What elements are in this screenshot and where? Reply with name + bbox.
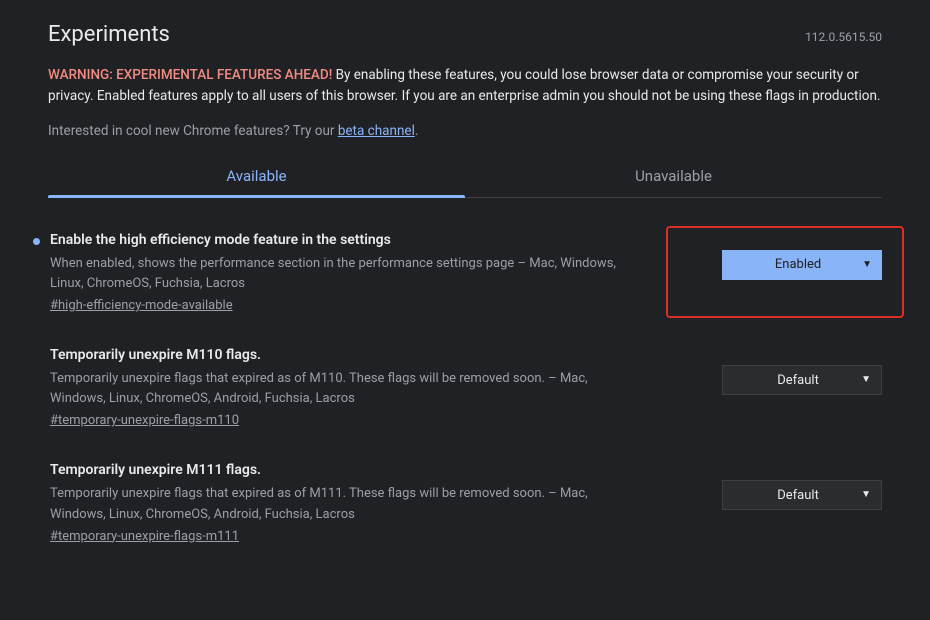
flag-description: Temporarily unexpire flags that expired … xyxy=(50,484,642,524)
interest-suffix: . xyxy=(415,123,419,139)
flag-select[interactable]: Default ▼ xyxy=(722,365,882,395)
flag-title: Temporarily unexpire M110 flags. xyxy=(50,347,642,363)
page-title: Experiments xyxy=(48,22,170,47)
flag-title-text: Temporarily unexpire M110 flags. xyxy=(50,347,261,363)
flag-title-text: Temporarily unexpire M111 flags. xyxy=(50,462,261,478)
flag-select-value: Default xyxy=(735,373,861,388)
modified-dot-icon xyxy=(33,238,40,245)
warning-lead: WARNING: EXPERIMENTAL FEATURES AHEAD! xyxy=(48,67,332,83)
beta-channel-link[interactable]: beta channel xyxy=(338,123,415,139)
interest-line: Interested in cool new Chrome features? … xyxy=(48,123,882,139)
flag-hash-link[interactable]: #temporary-unexpire-flags-m111 xyxy=(50,529,239,544)
chevron-down-icon: ▼ xyxy=(861,490,871,500)
flag-title: Enable the high efficiency mode feature … xyxy=(50,232,642,248)
flag-description: Temporarily unexpire flags that expired … xyxy=(50,369,642,409)
flag-row: Temporarily unexpire M111 flags. Tempora… xyxy=(48,462,882,543)
flag-hash-link[interactable]: #temporary-unexpire-flags-m110 xyxy=(50,413,239,428)
tab-available[interactable]: Available xyxy=(48,157,465,197)
flag-title: Temporarily unexpire M111 flags. xyxy=(50,462,642,478)
flag-select-value: Default xyxy=(735,488,861,503)
flag-row: Temporarily unexpire M110 flags. Tempora… xyxy=(48,347,882,428)
flag-title-text: Enable the high efficiency mode feature … xyxy=(50,232,391,248)
version-label: 112.0.5615.50 xyxy=(805,30,882,44)
tab-unavailable[interactable]: Unavailable xyxy=(465,157,882,197)
interest-prefix: Interested in cool new Chrome features? … xyxy=(48,123,338,139)
flag-select[interactable]: Enabled ▼ xyxy=(722,250,882,280)
flag-select-value: Enabled xyxy=(734,257,862,272)
chevron-down-icon: ▼ xyxy=(862,260,872,270)
flag-description: When enabled, shows the performance sect… xyxy=(50,254,642,294)
warning-block: WARNING: EXPERIMENTAL FEATURES AHEAD! By… xyxy=(48,65,882,107)
flag-select[interactable]: Default ▼ xyxy=(722,480,882,510)
flag-row: Enable the high efficiency mode feature … xyxy=(48,232,882,313)
tabs: Available Unavailable xyxy=(48,157,882,198)
flag-hash-link[interactable]: #high-efficiency-mode-available xyxy=(50,298,233,313)
chevron-down-icon: ▼ xyxy=(861,375,871,385)
